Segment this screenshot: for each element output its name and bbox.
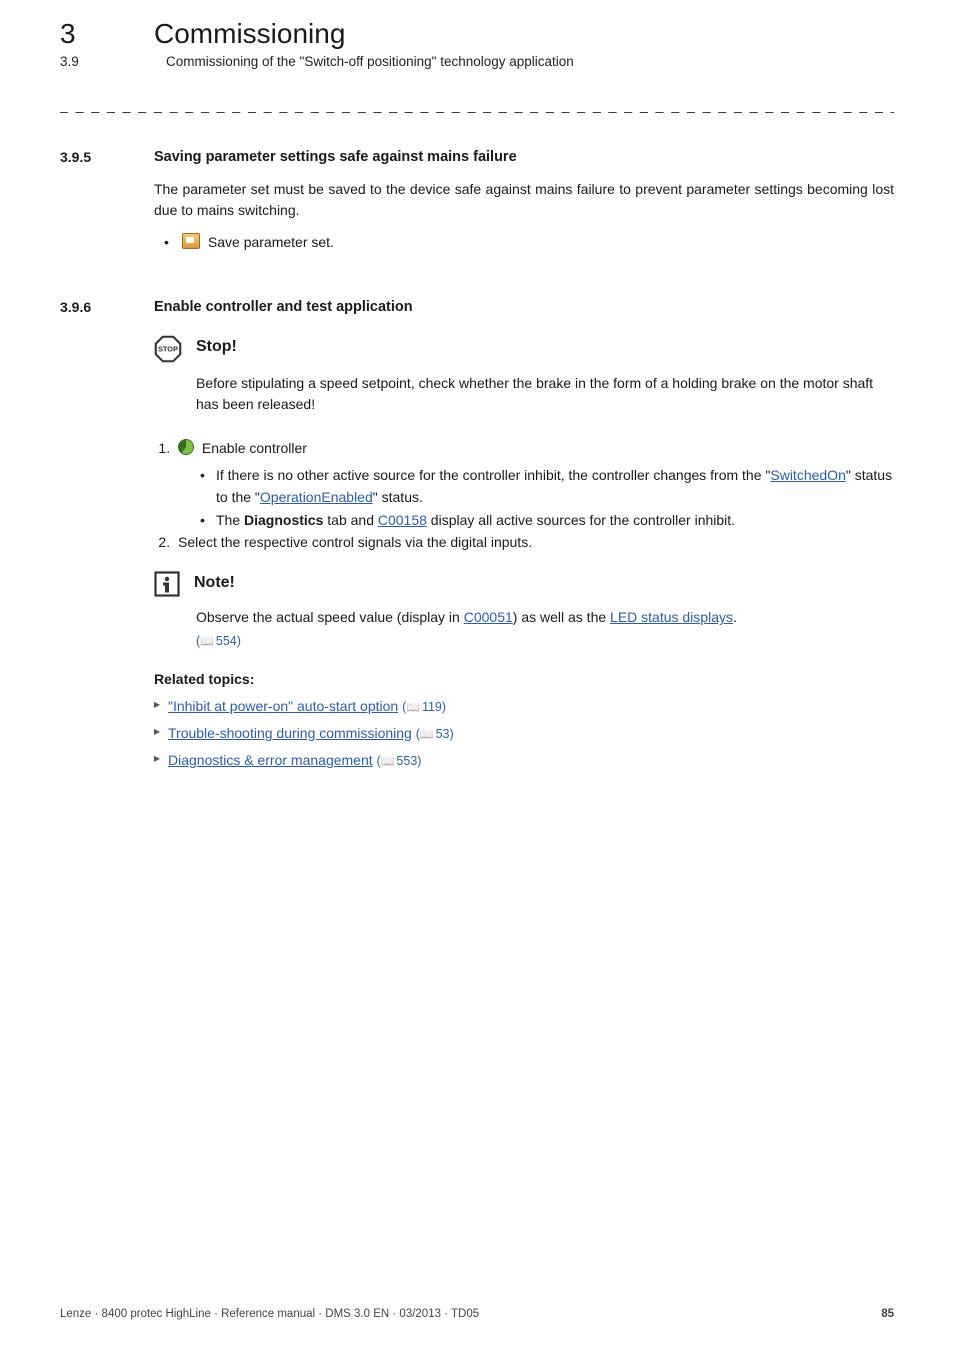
stop-callout-title: Stop! [196,338,237,356]
related-item-0: "Inhibit at power-on" auto-start option … [154,693,894,720]
subchapter-number: 3.9 [60,54,100,69]
step1b-strong: Diagnostics [244,512,323,528]
link-c00158[interactable]: C00158 [378,512,427,528]
link-related-1[interactable]: Trouble-shooting during commissioning [168,725,412,741]
note-pageref-num: 554 [216,634,237,648]
save-icon [182,233,200,249]
svg-text:STOP: STOP [158,345,178,354]
stop-icon: STOP [154,335,182,363]
note-body-post: . [733,609,737,625]
step-1: Enable controller If there is no other a… [174,437,894,531]
step1a-pre: If there is no other active source for t… [216,467,770,483]
related-0-page: 119 [422,700,442,714]
link-switched-on[interactable]: SwitchedOn [770,467,845,483]
section-title-396: Enable controller and test application [154,299,413,315]
related-item-1: Trouble-shooting during commissioning (5… [154,720,894,747]
section-number-396: 3.9.6 [60,299,114,315]
related-0-pageref[interactable]: (119) [402,700,446,714]
save-parameter-set-item: Save parameter set. [172,231,894,253]
link-operation-enabled[interactable]: OperationEnabled [260,489,373,505]
related-topics-title: Related topics: [154,671,894,687]
step-1-sub-b: The Diagnostics tab and C00158 display a… [210,509,894,531]
step-1-sub-a: If there is no other active source for t… [210,464,894,509]
related-item-2: Diagnostics & error management (553) [154,747,894,774]
step1a-post: " status. [373,489,423,505]
step1b-pre: The [216,512,244,528]
info-icon [154,571,180,597]
step1b-mid: tab and [323,512,378,528]
note-callout-title: Note! [194,574,235,592]
note-body-mid: ) as well as the [513,609,610,625]
save-parameter-set-label: Save parameter set. [208,234,334,250]
stop-callout-body: Before stipulating a speed setpoint, che… [196,373,894,415]
note-callout-body: Observe the actual speed value (display … [196,607,894,651]
link-related-0[interactable]: "Inhibit at power-on" auto-start option [168,698,398,714]
step1b-post: display all active sources for the contr… [427,512,735,528]
section-title-395: Saving parameter settings safe against m… [154,149,517,165]
section-number-395: 3.9.5 [60,149,114,165]
note-body-pre: Observe the actual speed value (display … [196,609,464,625]
section-395-paragraph: The parameter set must be saved to the d… [154,179,894,221]
related-2-page: 553 [396,754,417,768]
page-number: 85 [881,1308,894,1320]
related-2-pageref[interactable]: (553) [377,754,422,768]
step-2: Select the respective control signals vi… [174,531,894,553]
chapter-number: 3 [60,18,88,50]
step-1-label: Enable controller [202,440,307,456]
note-pageref[interactable]: (554) [196,634,241,648]
link-c00051[interactable]: C00051 [464,609,513,625]
related-1-page: 53 [436,727,450,741]
link-led-status-displays[interactable]: LED status displays [610,609,733,625]
run-icon [178,439,194,455]
link-related-2[interactable]: Diagnostics & error management [168,752,373,768]
related-1-pageref[interactable]: (53) [416,727,454,741]
divider-dashed: _ _ _ _ _ _ _ _ _ _ _ _ _ _ _ _ _ _ _ _ … [60,97,894,113]
subchapter-title: Commissioning of the "Switch-off positio… [166,54,574,69]
chapter-title: Commissioning [154,18,345,50]
footer-left: Lenze · 8400 protec HighLine · Reference… [60,1308,479,1320]
